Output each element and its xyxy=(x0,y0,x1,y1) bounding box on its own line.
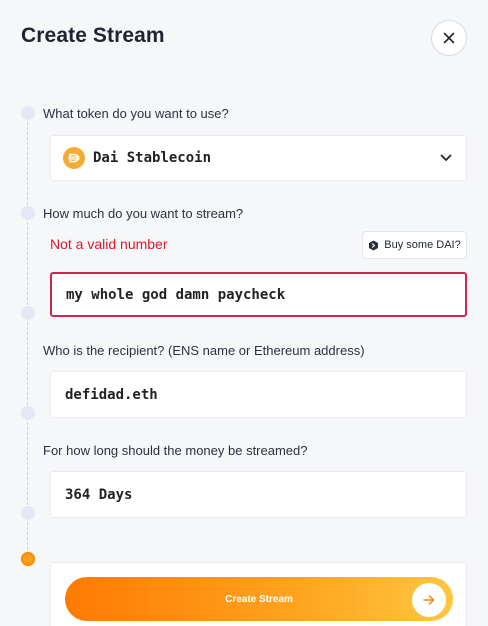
exchange-icon xyxy=(369,240,379,250)
step-dot-amount-input xyxy=(21,306,35,320)
step-dot-duration xyxy=(21,506,35,520)
token-select[interactable]: Dai Stablecoin xyxy=(50,135,467,181)
close-button[interactable] xyxy=(431,20,467,56)
create-stream-label: Create Stream xyxy=(225,593,293,605)
chevron-down-icon xyxy=(440,154,452,161)
step-dot-token xyxy=(21,106,35,120)
duration-input-value: 364 Days xyxy=(65,486,133,503)
amount-input[interactable]: my whole god damn paycheck xyxy=(50,272,467,317)
step-dot-submit xyxy=(21,552,35,566)
amount-input-value: my whole god damn paycheck xyxy=(66,286,286,303)
recipient-input[interactable]: defidad.eth xyxy=(50,371,467,418)
timeline xyxy=(27,112,28,560)
close-icon xyxy=(443,32,455,44)
create-stream-button[interactable]: Create Stream xyxy=(65,577,453,621)
amount-question: How much do you want to stream? xyxy=(43,206,244,221)
submit-panel: Create Stream xyxy=(50,562,467,626)
arrow-right-icon xyxy=(423,595,435,605)
token-select-value: Dai Stablecoin xyxy=(93,150,212,166)
token-question: What token do you want to use? xyxy=(43,106,229,121)
step-dot-amount xyxy=(21,206,35,220)
duration-input[interactable]: 364 Days xyxy=(50,471,467,518)
buy-dai-label: Buy some DAI? xyxy=(384,239,461,251)
duration-question: For how long should the money be streame… xyxy=(43,443,308,458)
page-title: Create Stream xyxy=(21,24,165,47)
arrow-right-circle xyxy=(412,583,446,617)
buy-dai-button[interactable]: Buy some DAI? xyxy=(362,231,467,259)
recipient-question: Who is the recipient? (ENS name or Ether… xyxy=(43,343,365,358)
step-dot-recipient xyxy=(21,406,35,420)
dai-icon xyxy=(63,147,85,169)
recipient-input-value: defidad.eth xyxy=(65,386,158,403)
amount-error: Not a valid number xyxy=(50,236,168,252)
